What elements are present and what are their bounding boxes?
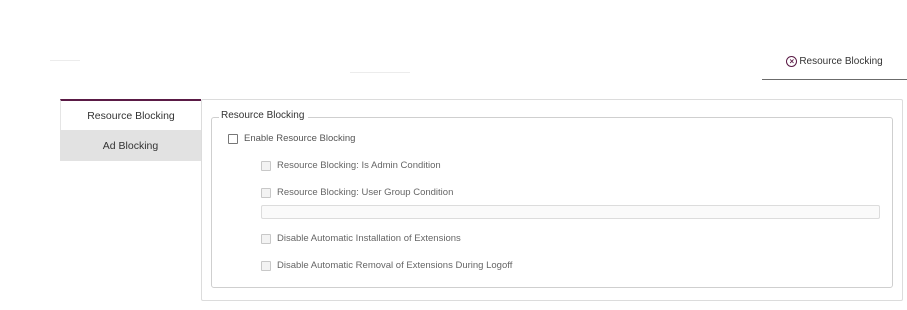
header-divider-faint [350, 72, 410, 73]
option-label: Disable Automatic Removal of Extensions … [277, 260, 513, 271]
content-panel: Resource Blocking Enable Resource Blocki… [201, 99, 903, 301]
is-admin-condition-option[interactable]: Resource Blocking: Is Admin Condition [261, 160, 441, 171]
user-group-input[interactable] [261, 205, 880, 219]
disable-extension-removal-option[interactable]: Disable Automatic Removal of Extensions … [261, 260, 512, 271]
option-label: Resource Blocking: Is Admin Condition [277, 160, 441, 171]
option-label: Resource Blocking: User Group Condition [277, 187, 454, 198]
side-tab-list: Resource Blocking Ad Blocking [60, 99, 201, 161]
enable-resource-blocking-option[interactable]: Enable Resource Blocking [228, 133, 355, 144]
disable-extension-removal-checkbox[interactable] [261, 260, 271, 271]
close-circle-icon[interactable]: × [786, 56, 798, 67]
user-group-condition-checkbox[interactable] [261, 187, 271, 198]
option-label: Disable Automatic Installation of Extens… [277, 233, 461, 244]
is-admin-condition-checkbox[interactable] [261, 160, 271, 171]
resource-blocking-group: Resource Blocking Enable Resource Blocki… [211, 110, 893, 288]
header-divider-faint [50, 60, 80, 61]
option-label: Enable Resource Blocking [244, 133, 356, 144]
group-legend: Resource Blocking [219, 110, 309, 121]
disable-extension-install-option[interactable]: Disable Automatic Installation of Extens… [261, 233, 461, 244]
top-tab-label: Resource Blocking [799, 56, 883, 67]
side-tab-ad-blocking[interactable]: Ad Blocking [60, 130, 201, 161]
side-tab-label: Resource Blocking [87, 109, 175, 122]
disable-extension-install-checkbox[interactable] [261, 233, 271, 244]
user-group-condition-option[interactable]: Resource Blocking: User Group Condition [261, 187, 453, 198]
side-tab-resource-blocking[interactable]: Resource Blocking [60, 99, 201, 130]
enable-resource-blocking-checkbox[interactable] [228, 133, 238, 144]
side-tab-label: Ad Blocking [102, 139, 159, 152]
tab-resource-blocking-header[interactable]: × Resource Blocking [762, 44, 907, 80]
